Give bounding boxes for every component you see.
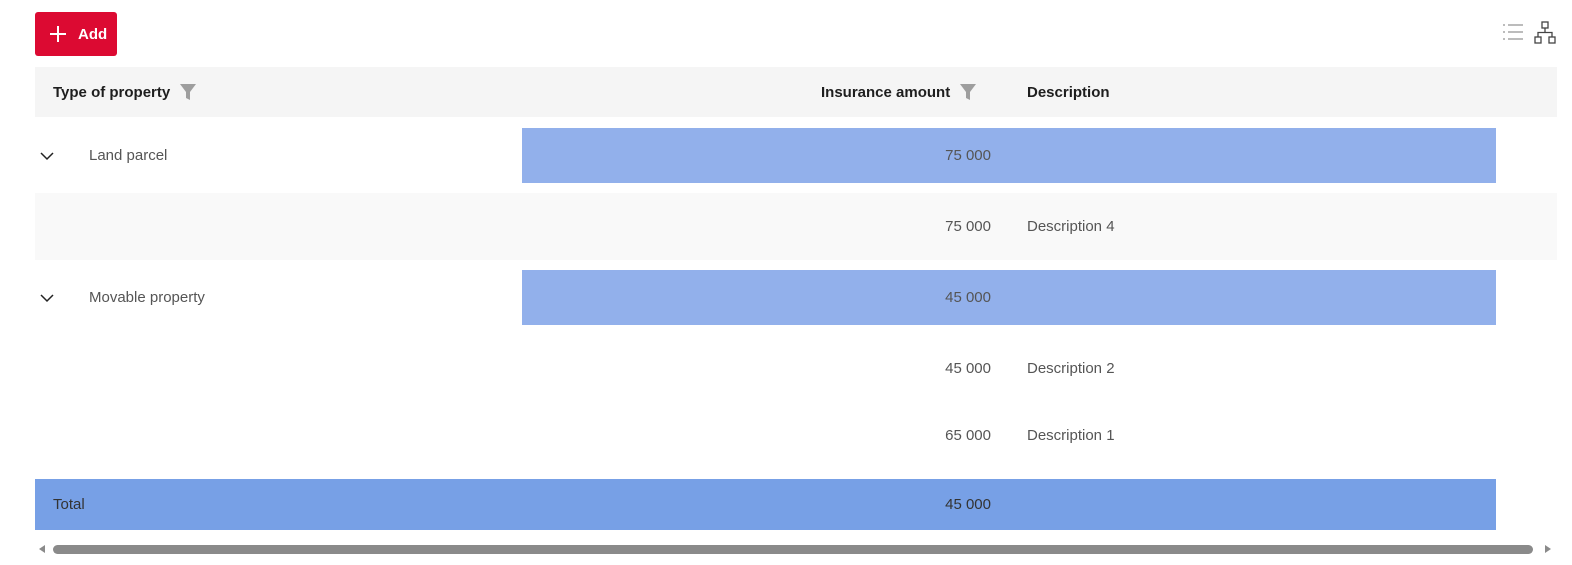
table-row[interactable]: 75 000 Description 4 — [35, 193, 1557, 260]
list-icon[interactable] — [1500, 20, 1526, 46]
expand-toggle[interactable] — [40, 270, 54, 325]
add-button-label: Add — [78, 25, 108, 43]
filter-icon[interactable] — [179, 83, 197, 101]
amount-cell: 45 000 — [945, 289, 991, 306]
scrollbar-thumb[interactable] — [53, 545, 1533, 554]
amount-cell: 75 000 — [945, 218, 991, 235]
table-row[interactable]: 65 000 Description 1 — [35, 402, 1557, 468]
amount-cell: 65 000 — [945, 426, 991, 444]
total-label: Total — [53, 496, 85, 513]
scroll-left-icon[interactable] — [39, 545, 45, 553]
column-header-amount-label: Insurance amount — [821, 83, 951, 101]
chevron-down-icon[interactable] — [40, 293, 54, 303]
description-cell: Description 2 — [1027, 360, 1115, 377]
expand-toggle[interactable] — [40, 128, 54, 183]
plus-icon — [50, 26, 66, 42]
filter-icon[interactable] — [959, 83, 977, 101]
table-row[interactable]: 45 000 Description 2 — [35, 335, 1557, 402]
amount-cell: 45 000 — [945, 360, 991, 377]
amount-cell: 75 000 — [945, 147, 991, 164]
data-grid: Type of property Insurance amount Descri… — [35, 67, 1557, 533]
type-cell: Movable property — [89, 289, 205, 306]
group-row[interactable]: Movable property 45 000 — [35, 270, 1557, 325]
type-cell: Land parcel — [89, 147, 168, 164]
group-highlight — [522, 128, 1496, 183]
column-header-type-label: Type of property — [53, 83, 171, 101]
chevron-down-icon[interactable] — [40, 151, 54, 161]
group-row[interactable]: Land parcel 75 000 — [35, 128, 1557, 183]
description-cell: Description 1 — [1027, 426, 1115, 444]
grid-header: Type of property Insurance amount Descri… — [35, 67, 1557, 117]
scroll-right-icon[interactable] — [1545, 545, 1551, 553]
total-row: Total 45 000 — [35, 479, 1496, 530]
column-header-type[interactable]: Type of property — [53, 67, 197, 117]
description-cell: Description 4 — [1027, 218, 1115, 235]
total-amount: 45 000 — [945, 496, 991, 513]
horizontal-scrollbar[interactable] — [35, 541, 1557, 557]
add-button[interactable]: Add — [35, 12, 117, 56]
column-header-amount[interactable]: Insurance amount — [821, 67, 977, 117]
column-header-description-label: Description — [1027, 83, 1110, 101]
group-highlight — [522, 270, 1496, 325]
column-header-description[interactable]: Description — [1027, 67, 1110, 117]
hierarchy-icon[interactable] — [1532, 20, 1558, 46]
